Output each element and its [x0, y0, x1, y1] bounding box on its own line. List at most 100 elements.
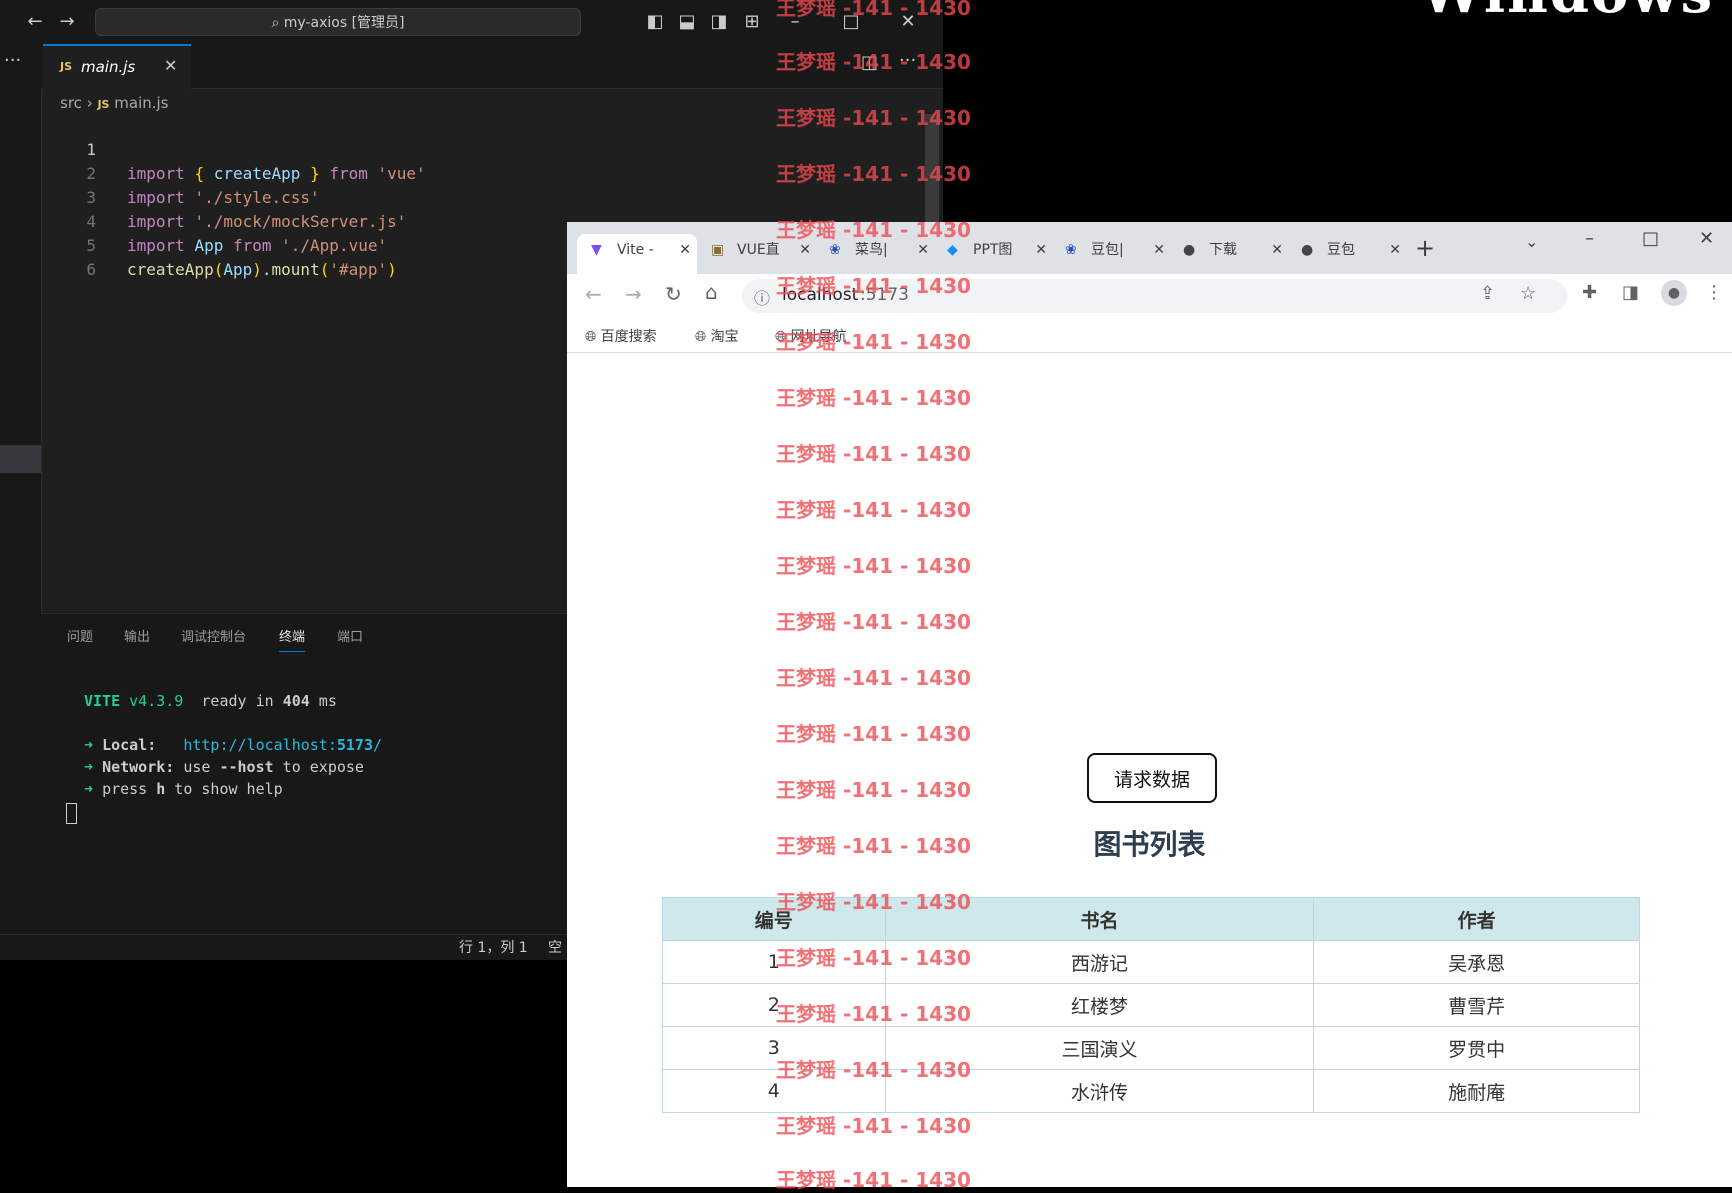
- close-tab-icon[interactable]: ✕: [164, 56, 177, 75]
- terminal-cursor: [66, 803, 77, 824]
- watermark-text: 王梦瑶 -141 - 1430: [776, 554, 971, 578]
- table-cell: 吴承恩: [1313, 940, 1640, 984]
- vite-logo-icon: ▼: [591, 242, 602, 258]
- tab-ports[interactable]: 端口: [337, 626, 363, 645]
- close-tab-icon[interactable]: ✕: [1389, 234, 1401, 266]
- tab-search-chevron-icon[interactable]: ⌄: [1525, 232, 1538, 251]
- avatar-favicon-icon: ●: [1301, 242, 1314, 258]
- tab-output[interactable]: 输出: [124, 626, 150, 645]
- toggle-panel-icon[interactable]: ⬓: [672, 0, 702, 44]
- customize-layout-icon[interactable]: ⊞: [737, 0, 767, 44]
- tab-problems[interactable]: 问题: [67, 626, 93, 645]
- watermark-text: 王梦瑶 -141 - 1430: [776, 0, 971, 20]
- new-tab-button[interactable]: +: [1415, 234, 1435, 262]
- toggle-sidebar-icon[interactable]: ◧: [640, 0, 670, 44]
- site-info-icon[interactable]: ⓘ: [754, 285, 770, 309]
- browser-tab-label: 豆包|: [1091, 242, 1124, 258]
- bookmarks-bar: 🌐︎ 百度搜索 🌐︎ 淘宝 🌐︎ 网址导航: [567, 318, 1732, 353]
- search-icon: ⌕: [271, 15, 284, 31]
- browser-tab-label: VUE直: [737, 242, 780, 258]
- close-tab-icon[interactable]: ✕: [679, 234, 691, 266]
- browser-tab-download[interactable]: ● 下载 ✕: [1179, 234, 1289, 274]
- watermark-text: 王梦瑶 -141 - 1430: [776, 498, 971, 522]
- line-number: 6: [86, 260, 96, 279]
- table-cell: 曹雪芹: [1313, 983, 1640, 1027]
- watermark-text: 王梦瑶 -141 - 1430: [776, 610, 971, 634]
- back-arrow-icon[interactable]: ←: [20, 0, 50, 44]
- browser-tabstrip: ▼ Vite - ✕ ▣ VUE直 ✕ ❀ 菜鸟| ✕ ◆ PPT图 ✕ ❀ 豆…: [567, 222, 1732, 274]
- terminal-line-network: ➜ Network: use --host to expose: [84, 758, 364, 776]
- site-favicon-icon: ▣: [711, 242, 725, 258]
- page-content: 请求数据 图书列表 编号 书名 作者 1 西游记 吴承恩 2 红楼梦 曹雪芹 3…: [567, 353, 1732, 1187]
- browser-tab-label: 豆包: [1327, 242, 1355, 258]
- browser-tab-label: 下载: [1209, 242, 1237, 258]
- table-cell: 罗贯中: [1313, 1026, 1640, 1070]
- breadcrumb-folder[interactable]: src: [60, 94, 82, 112]
- close-window-icon[interactable]: ✕: [1699, 228, 1714, 249]
- request-data-button[interactable]: 请求数据: [1087, 753, 1217, 803]
- watermark-text: 王梦瑶 -141 - 1430: [776, 722, 971, 746]
- baidu-paw-icon: ❀: [1065, 242, 1077, 258]
- browser-tab-doubao-2[interactable]: ● 豆包 ✕: [1297, 234, 1407, 274]
- watermark-text: 王梦瑶 -141 - 1430: [776, 1002, 971, 1026]
- forward-icon[interactable]: →: [625, 282, 642, 306]
- toggle-secondary-sidebar-icon[interactable]: ◨: [704, 0, 734, 44]
- maximize-icon[interactable]: □: [1642, 228, 1659, 249]
- browser-window: ▼ Vite - ✕ ▣ VUE直 ✕ ❀ 菜鸟| ✕ ◆ PPT图 ✕ ❀ 豆…: [567, 222, 1732, 1187]
- breadcrumb-file[interactable]: main.js: [114, 94, 168, 112]
- watermark-text: 王梦瑶 -141 - 1430: [776, 442, 971, 466]
- watermark-text: 王梦瑶 -141 - 1430: [776, 162, 971, 186]
- home-icon[interactable]: ⌂: [705, 280, 718, 304]
- more-actions-icon[interactable]: ···: [4, 50, 21, 71]
- table-cell: 施耐庵: [1313, 1069, 1640, 1113]
- column-header: 作者: [1313, 897, 1640, 941]
- profile-avatar-icon[interactable]: ●: [1661, 280, 1687, 306]
- activity-bar: ···: [0, 44, 42, 934]
- back-icon[interactable]: ←: [585, 282, 602, 306]
- watermark-text: 王梦瑶 -141 - 1430: [776, 1114, 971, 1138]
- browser-tab-label: PPT图: [973, 242, 1013, 258]
- close-tab-icon[interactable]: ✕: [1271, 234, 1283, 266]
- bookmark-taobao[interactable]: 🌐︎ 淘宝: [695, 326, 739, 346]
- desktop-windows-text: Windows: [1420, 0, 1714, 26]
- watermark-text: 王梦瑶 -141 - 1430: [776, 386, 971, 410]
- forward-arrow-icon[interactable]: →: [52, 0, 82, 44]
- bookmark-star-icon[interactable]: ☆: [1520, 283, 1536, 304]
- watermark-text: 王梦瑶 -141 - 1430: [776, 274, 971, 298]
- reload-icon[interactable]: ↻: [665, 282, 682, 306]
- watermark-text: 王梦瑶 -141 - 1430: [776, 834, 971, 858]
- cursor-position[interactable]: 行 1，列 1: [459, 935, 528, 960]
- tab-terminal[interactable]: 终端: [279, 626, 306, 652]
- browser-toolbar: ← → ↻ ⌂ ⓘ localhost:5173 ⇪ ☆ ✚ ◨ ● ⋮: [567, 274, 1732, 318]
- activity-scroll-indicator: [0, 445, 41, 473]
- tab-main-js[interactable]: JS main.js ✕: [43, 44, 191, 89]
- watermark-text: 王梦瑶 -141 - 1430: [776, 106, 971, 130]
- close-tab-icon[interactable]: ✕: [1035, 234, 1047, 266]
- side-panel-icon[interactable]: ◨: [1622, 282, 1639, 303]
- js-file-icon: JS: [97, 98, 110, 111]
- code-line: 4 import App from './App.vue': [41, 186, 943, 255]
- terminal-line-help: ➜ press h to show help: [84, 780, 283, 798]
- browser-tab-doubao[interactable]: ❀ 豆包| ✕: [1061, 234, 1171, 274]
- watermark-text: 王梦瑶 -141 - 1430: [776, 778, 971, 802]
- command-center-search[interactable]: ⌕ my-axios [管理员]: [95, 8, 581, 36]
- close-tab-icon[interactable]: ✕: [1153, 234, 1165, 266]
- menu-kebab-icon[interactable]: ⋮: [1705, 282, 1723, 303]
- watermark-text: 王梦瑶 -141 - 1430: [776, 218, 971, 242]
- terminal-line-local: ➜ Local: http://localhost:5173/: [84, 736, 383, 754]
- browser-tab-label: Vite -: [617, 242, 654, 258]
- share-icon[interactable]: ⇪: [1480, 283, 1495, 304]
- watermark-text: 王梦瑶 -141 - 1430: [776, 946, 971, 970]
- extensions-icon[interactable]: ✚: [1582, 282, 1597, 303]
- avatar-favicon-icon: ●: [1183, 242, 1196, 258]
- code-text: createApp(App).mount('#app'): [127, 260, 397, 279]
- tab-debug-console[interactable]: 调试控制台: [181, 626, 246, 645]
- page-title: 图书列表: [1093, 828, 1206, 861]
- browser-tab-vite[interactable]: ▼ Vite - ✕: [577, 234, 697, 274]
- watermark-text: 王梦瑶 -141 - 1430: [776, 50, 971, 74]
- indentation-status[interactable]: 空: [548, 935, 562, 960]
- bookmark-baidu[interactable]: 🌐︎ 百度搜索: [585, 326, 657, 346]
- tab-label: main.js: [81, 58, 136, 76]
- watermark-text: 王梦瑶 -141 - 1430: [776, 1058, 971, 1082]
- minimize-icon[interactable]: –: [1585, 228, 1594, 249]
